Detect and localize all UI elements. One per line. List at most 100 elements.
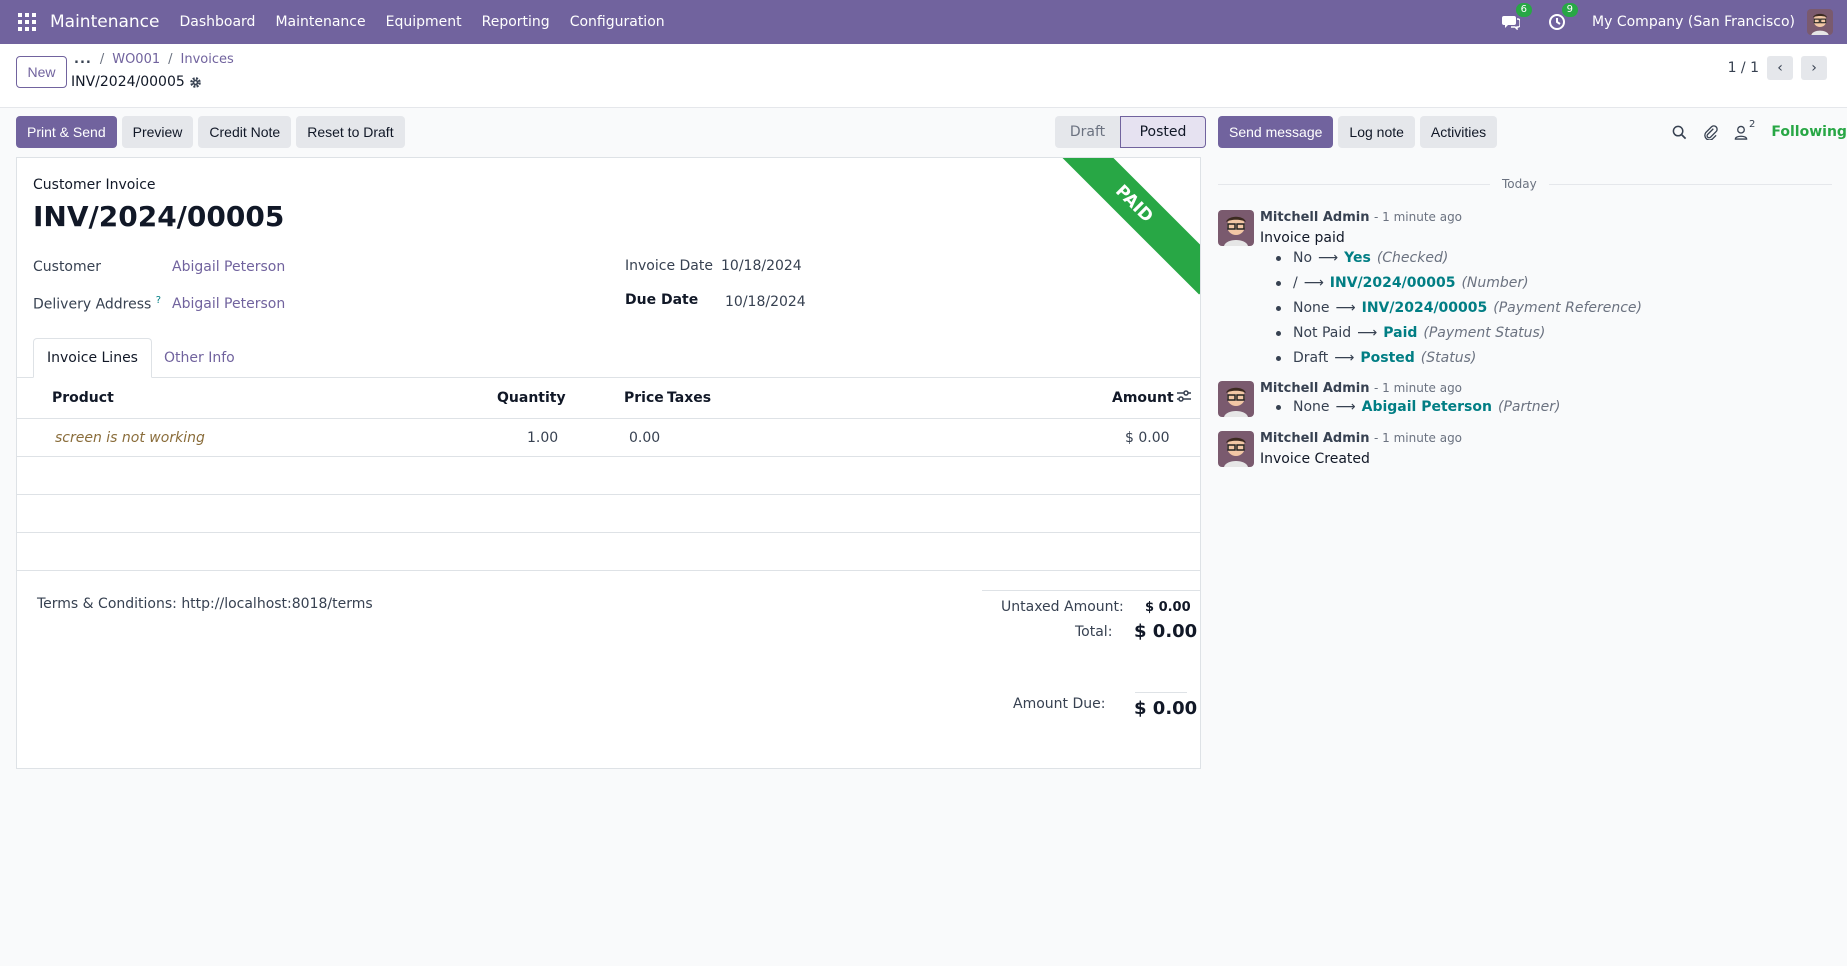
line-quantity[interactable]: 1.00	[527, 430, 558, 446]
reset-to-draft-button[interactable]: Reset to Draft	[296, 116, 405, 148]
table-row-empty	[17, 533, 1200, 571]
tracking-old: None	[1293, 300, 1330, 316]
column-settings-icon[interactable]	[1177, 390, 1191, 406]
arrow-right-icon: ⟶	[1357, 325, 1378, 341]
breadcrumb-more[interactable]: ...	[74, 52, 92, 67]
send-message-button[interactable]: Send message	[1218, 116, 1334, 148]
activities-button[interactable]: 9	[1546, 3, 1579, 33]
menu-dashboard[interactable]: Dashboard	[179, 14, 255, 30]
tracking-new: INV/2024/00005	[1361, 300, 1488, 316]
tracking-new: Paid	[1383, 325, 1418, 341]
col-quantity[interactable]: Quantity	[497, 390, 566, 406]
activities-button-chatter[interactable]: Activities	[1419, 116, 1498, 148]
message-author: Mitchell Admin - 1 minute ago	[1260, 381, 1462, 396]
table-row-empty	[17, 457, 1200, 495]
line-price[interactable]: 0.00	[629, 430, 660, 446]
menu-maintenance[interactable]: Maintenance	[275, 14, 365, 30]
followers-count: 2	[1749, 118, 1756, 130]
invoice-date-field[interactable]: 10/18/2024	[721, 258, 802, 274]
tracking-value: None ⟶ Abigail Peterson (Partner)	[1276, 399, 1560, 415]
invoice-type-label: Customer Invoice	[33, 177, 156, 193]
tracking-old: No	[1293, 250, 1313, 266]
tracking-value: None ⟶ INV/2024/00005 (Payment Reference)	[1276, 300, 1642, 316]
breadcrumb-wo001[interactable]: WO001	[112, 52, 160, 67]
breadcrumb-separator: /	[168, 52, 173, 67]
tracking-value: No ⟶ Yes (Checked)	[1276, 250, 1448, 266]
due-date-label: Due Date	[625, 292, 699, 308]
following-button[interactable]: Following	[1771, 124, 1847, 140]
gear-icon[interactable]	[189, 76, 202, 89]
invoice-number: INV/2024/00005	[33, 200, 285, 233]
tab-other-info[interactable]: Other Info	[151, 338, 248, 378]
author-avatar[interactable]	[1218, 381, 1254, 417]
new-button[interactable]: New	[16, 56, 67, 88]
author-name[interactable]: Mitchell Admin	[1260, 431, 1369, 446]
credit-note-button[interactable]: Credit Note	[198, 116, 292, 148]
due-date-field[interactable]: 10/18/2024	[725, 294, 806, 310]
tracking-old: Draft	[1293, 350, 1329, 366]
line-amount[interactable]: $ 0.00	[1125, 430, 1170, 446]
arrow-right-icon: ⟶	[1318, 250, 1339, 266]
col-taxes[interactable]: Taxes	[667, 390, 711, 406]
help-icon[interactable]: ?	[156, 295, 161, 306]
messages-badge: 6	[1515, 3, 1533, 17]
tracking-field: (Partner)	[1497, 399, 1561, 415]
paperclip-icon[interactable]	[1703, 124, 1718, 140]
user-icon	[1734, 125, 1748, 140]
followers-button[interactable]: 2	[1734, 119, 1755, 140]
col-product[interactable]: Product	[52, 390, 114, 406]
tracking-field: (Number)	[1461, 275, 1529, 291]
record-title: INV/2024/00005	[71, 74, 202, 90]
user-avatar[interactable]	[1807, 9, 1833, 35]
col-amount[interactable]: Amount	[1112, 390, 1174, 406]
breadcrumb-invoices[interactable]: Invoices	[181, 52, 234, 67]
app-name[interactable]: Maintenance	[50, 12, 159, 32]
activities-badge: 9	[1561, 3, 1579, 17]
line-product[interactable]: screen is not working	[55, 430, 205, 446]
table-header: Product Quantity Price Taxes Amount	[17, 378, 1200, 419]
author-avatar[interactable]	[1218, 210, 1254, 246]
tracking-new: Abigail Peterson	[1361, 399, 1492, 415]
form-action-bar: Print & Send Preview Credit Note Reset t…	[16, 116, 405, 148]
arrow-right-icon: ⟶	[1335, 300, 1356, 316]
chatter-icons: 2 Following	[1672, 116, 1847, 148]
preview-button[interactable]: Preview	[121, 116, 194, 148]
tracking-old: None	[1293, 399, 1330, 415]
search-icon[interactable]	[1672, 125, 1687, 140]
message-date: - 1 minute ago	[1373, 381, 1463, 395]
print-send-button[interactable]: Print & Send	[16, 116, 117, 148]
menu-configuration[interactable]: Configuration	[570, 14, 665, 30]
untaxed-amount-label: Untaxed Amount:	[1001, 599, 1124, 615]
delivery-address-field[interactable]: Abigail Peterson	[172, 296, 285, 312]
message-author: Mitchell Admin - 1 minute ago	[1260, 210, 1462, 225]
table-row[interactable]: screen is not working 1.00 0.00 $ 0.00	[17, 419, 1200, 457]
author-avatar[interactable]	[1218, 431, 1254, 467]
tracking-new: Yes	[1344, 250, 1371, 266]
tracking-field: (Checked)	[1376, 250, 1449, 266]
tracking-value: Draft ⟶ Posted (Status)	[1276, 350, 1476, 366]
tab-invoice-lines[interactable]: Invoice Lines	[33, 338, 152, 378]
log-note-button[interactable]: Log note	[1338, 116, 1415, 148]
tracking-field: (Payment Reference)	[1493, 300, 1643, 316]
menu-equipment[interactable]: Equipment	[386, 14, 462, 30]
author-name[interactable]: Mitchell Admin	[1260, 381, 1369, 396]
totals-divider	[982, 590, 1200, 591]
status-posted[interactable]: Posted	[1120, 116, 1206, 148]
customer-field[interactable]: Abigail Peterson	[172, 259, 285, 275]
chevron-left-icon: ‹	[1777, 60, 1783, 76]
col-price[interactable]: Price	[624, 390, 664, 406]
company-switcher[interactable]: My Company (San Francisco)	[1592, 14, 1795, 30]
messaging-button[interactable]: 6	[1500, 3, 1533, 33]
message-body: Invoice paid	[1260, 230, 1345, 246]
menu-reporting[interactable]: Reporting	[482, 14, 550, 30]
pager-value[interactable]: 1 / 1	[1728, 60, 1759, 76]
pager-previous-button[interactable]: ‹	[1767, 56, 1793, 80]
chat-icon	[1502, 16, 1521, 30]
author-name[interactable]: Mitchell Admin	[1260, 210, 1369, 225]
pager-next-button[interactable]: ›	[1801, 56, 1827, 80]
tracking-new: Posted	[1360, 350, 1415, 366]
message-date: - 1 minute ago	[1373, 431, 1463, 445]
apps-menu-icon[interactable]	[18, 13, 36, 31]
message-body: Invoice Created	[1260, 451, 1370, 467]
status-draft[interactable]: Draft	[1055, 116, 1120, 148]
